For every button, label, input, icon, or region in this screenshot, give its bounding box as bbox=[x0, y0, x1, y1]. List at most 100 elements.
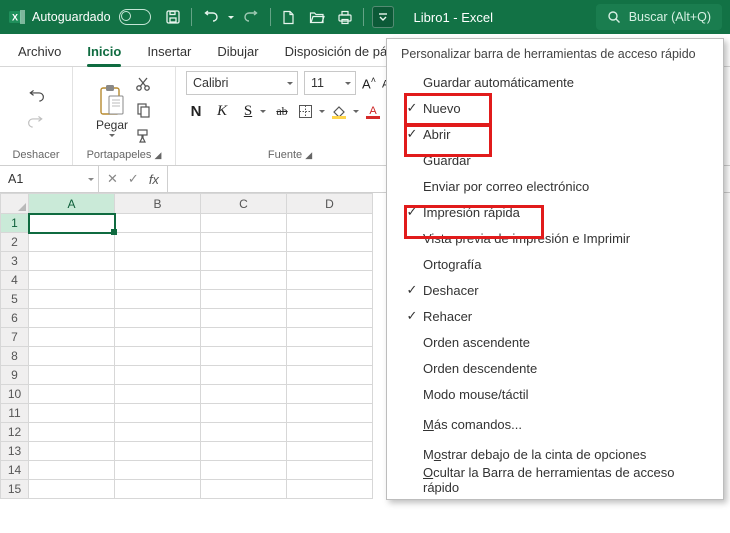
increase-font-icon[interactable]: A˄ bbox=[362, 75, 376, 91]
cell[interactable] bbox=[201, 404, 287, 423]
row-header[interactable]: 14 bbox=[1, 461, 29, 480]
undo-icon[interactable] bbox=[200, 7, 220, 27]
cell[interactable] bbox=[201, 328, 287, 347]
cell[interactable] bbox=[201, 385, 287, 404]
cell[interactable] bbox=[201, 366, 287, 385]
row-header[interactable]: 2 bbox=[1, 233, 29, 252]
ribbon-redo-icon[interactable] bbox=[27, 114, 45, 132]
cell[interactable] bbox=[29, 328, 115, 347]
paste-dropdown-icon[interactable] bbox=[109, 134, 115, 137]
row-header[interactable]: 11 bbox=[1, 404, 29, 423]
fill-dropdown-icon[interactable] bbox=[353, 110, 359, 113]
cell[interactable] bbox=[201, 423, 287, 442]
cancel-formula-icon[interactable]: ✕ bbox=[107, 171, 118, 187]
cell[interactable] bbox=[29, 480, 115, 499]
cell[interactable] bbox=[29, 385, 115, 404]
qat-menu-item[interactable]: Guardar bbox=[387, 147, 723, 173]
qat-menu-item[interactable]: Ocultar la Barra de herramientas de acce… bbox=[387, 467, 723, 493]
cell[interactable] bbox=[201, 480, 287, 499]
redo-icon[interactable] bbox=[242, 7, 262, 27]
row-header[interactable]: 5 bbox=[1, 290, 29, 309]
bold-button[interactable]: N bbox=[186, 103, 206, 120]
cell[interactable] bbox=[287, 442, 373, 461]
qat-menu-item[interactable]: Orden descendente bbox=[387, 355, 723, 381]
select-all-corner[interactable] bbox=[1, 194, 29, 214]
font-color-icon[interactable]: A bbox=[365, 104, 381, 119]
qat-menu-item[interactable]: ✓Nuevo bbox=[387, 95, 723, 121]
customize-qat-button[interactable] bbox=[372, 6, 394, 28]
qat-menu-item[interactable]: Guardar automáticamente bbox=[387, 69, 723, 95]
strikethrough-button[interactable]: ab bbox=[272, 104, 292, 119]
cell[interactable] bbox=[201, 252, 287, 271]
cell[interactable] bbox=[201, 233, 287, 252]
tab-dibujar[interactable]: Dibujar bbox=[207, 38, 268, 66]
cell[interactable] bbox=[201, 214, 287, 233]
cell[interactable] bbox=[115, 233, 201, 252]
row-header[interactable]: 15 bbox=[1, 480, 29, 499]
cell[interactable] bbox=[115, 385, 201, 404]
cell[interactable] bbox=[201, 347, 287, 366]
col-header[interactable]: C bbox=[201, 194, 287, 214]
qat-menu-item[interactable]: Vista previa de impresión e Imprimir bbox=[387, 225, 723, 251]
accept-formula-icon[interactable]: ✓ bbox=[128, 171, 139, 187]
tab-archivo[interactable]: Archivo bbox=[8, 38, 71, 66]
cell[interactable] bbox=[201, 309, 287, 328]
cell[interactable] bbox=[287, 404, 373, 423]
cell[interactable] bbox=[29, 461, 115, 480]
qat-menu-item[interactable]: Enviar por correo electrónico bbox=[387, 173, 723, 199]
search-box[interactable]: Buscar (Alt+Q) bbox=[596, 4, 722, 30]
qat-menu-item[interactable]: Mostrar debajo de la cinta de opciones bbox=[387, 441, 723, 467]
cell[interactable] bbox=[29, 214, 115, 233]
cell[interactable] bbox=[115, 252, 201, 271]
cell[interactable] bbox=[287, 290, 373, 309]
cell[interactable] bbox=[287, 233, 373, 252]
row-header[interactable]: 3 bbox=[1, 252, 29, 271]
row-header[interactable]: 13 bbox=[1, 442, 29, 461]
cell[interactable] bbox=[115, 309, 201, 328]
name-box-dropdown-icon[interactable] bbox=[88, 178, 94, 181]
cell[interactable] bbox=[29, 271, 115, 290]
cell[interactable] bbox=[29, 423, 115, 442]
qat-menu-item[interactable]: ✓Abrir bbox=[387, 121, 723, 147]
cell[interactable] bbox=[29, 366, 115, 385]
cell[interactable] bbox=[201, 290, 287, 309]
cell[interactable] bbox=[115, 214, 201, 233]
name-box[interactable]: A1 bbox=[0, 166, 99, 192]
tab-insertar[interactable]: Insertar bbox=[137, 38, 201, 66]
autosave-toggle[interactable] bbox=[119, 9, 151, 25]
cell[interactable] bbox=[115, 461, 201, 480]
cell[interactable] bbox=[29, 290, 115, 309]
row-header[interactable]: 12 bbox=[1, 423, 29, 442]
row-header[interactable]: 9 bbox=[1, 366, 29, 385]
new-icon[interactable] bbox=[279, 7, 299, 27]
copy-icon[interactable] bbox=[134, 101, 152, 119]
cell[interactable] bbox=[287, 252, 373, 271]
save-icon[interactable] bbox=[163, 7, 183, 27]
qat-menu-item[interactable]: ✓Deshacer bbox=[387, 277, 723, 303]
cell[interactable] bbox=[115, 366, 201, 385]
borders-dropdown-icon[interactable] bbox=[319, 110, 325, 113]
cell[interactable] bbox=[29, 347, 115, 366]
cell[interactable] bbox=[29, 252, 115, 271]
underline-button[interactable]: S bbox=[238, 103, 258, 120]
qat-menu-item[interactable]: ✓Rehacer bbox=[387, 303, 723, 329]
qat-menu-item[interactable]: ✓Impresión rápida bbox=[387, 199, 723, 225]
cell[interactable] bbox=[115, 347, 201, 366]
cell[interactable] bbox=[287, 366, 373, 385]
cell[interactable] bbox=[287, 271, 373, 290]
row-header[interactable]: 8 bbox=[1, 347, 29, 366]
ribbon-undo-icon[interactable] bbox=[27, 88, 45, 106]
font-size-select[interactable]: 11 bbox=[304, 71, 356, 95]
qat-menu-item[interactable]: Ortografía bbox=[387, 251, 723, 277]
cell[interactable] bbox=[201, 442, 287, 461]
cell[interactable] bbox=[29, 442, 115, 461]
cell[interactable] bbox=[287, 461, 373, 480]
cell[interactable] bbox=[115, 290, 201, 309]
cell[interactable] bbox=[287, 385, 373, 404]
row-header[interactable]: 7 bbox=[1, 328, 29, 347]
row-header[interactable]: 6 bbox=[1, 309, 29, 328]
row-header[interactable]: 10 bbox=[1, 385, 29, 404]
cell[interactable] bbox=[115, 442, 201, 461]
cell[interactable] bbox=[115, 271, 201, 290]
cell[interactable] bbox=[115, 480, 201, 499]
